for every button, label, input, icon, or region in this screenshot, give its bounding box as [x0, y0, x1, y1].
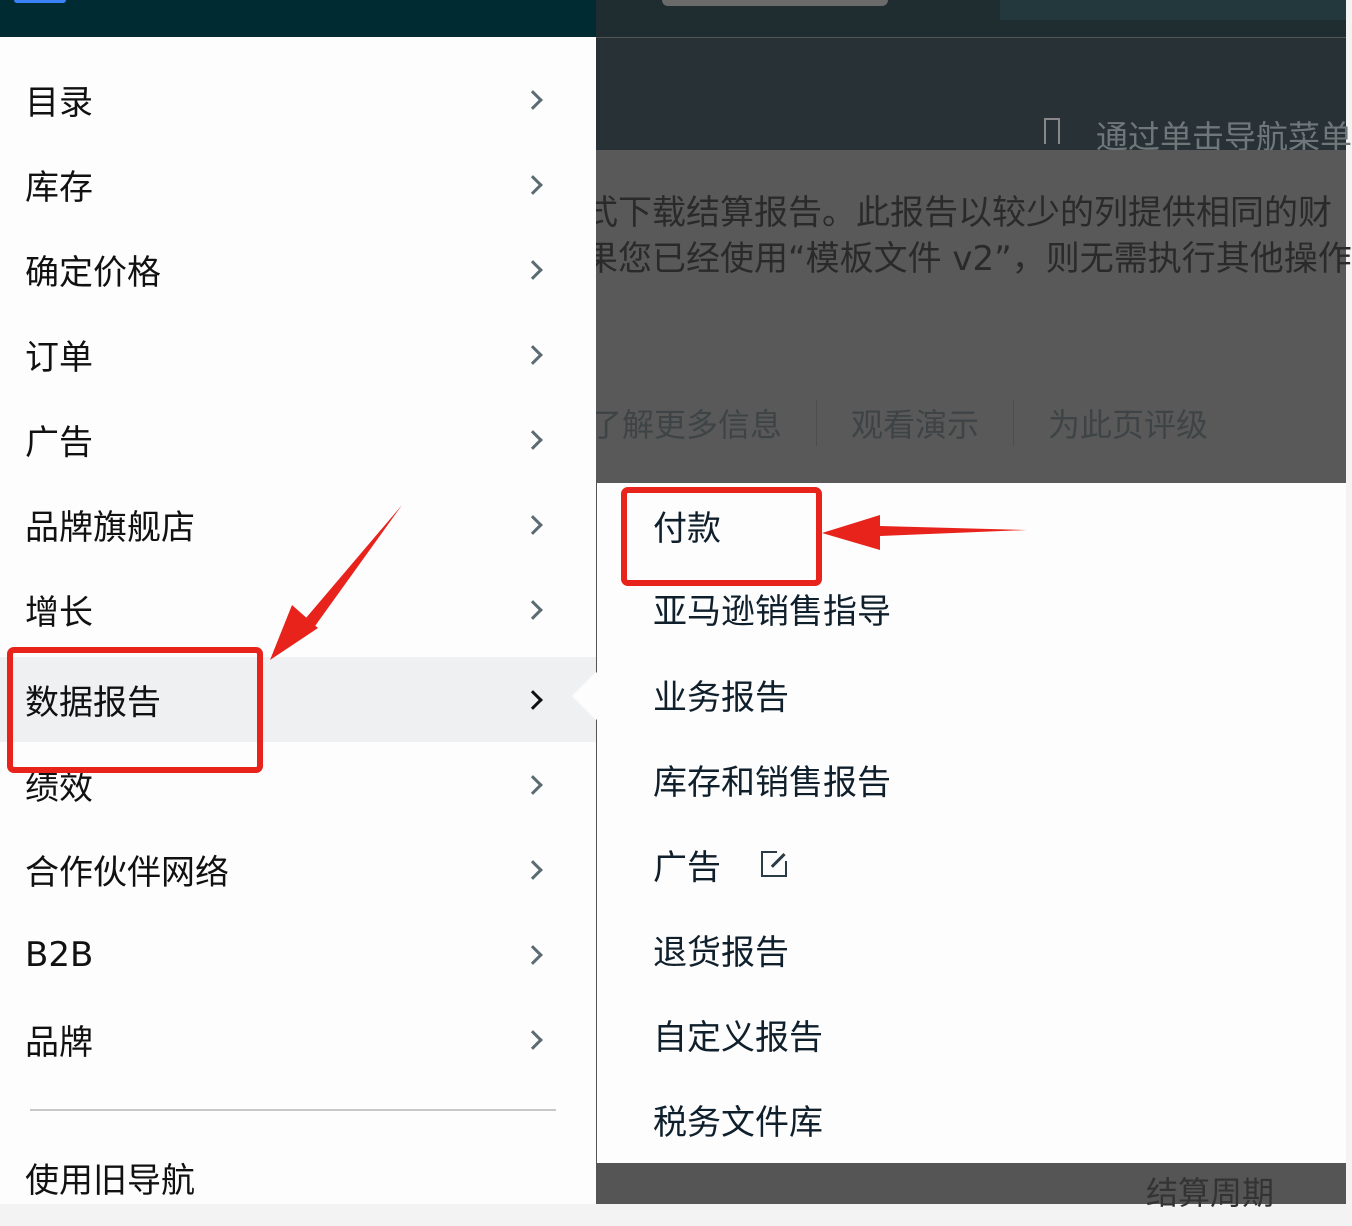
bookmark-icon[interactable]: [1044, 118, 1060, 144]
submenu-item-label: 自定义报告: [653, 1017, 823, 1058]
submenu-item-label: 广告: [653, 847, 721, 888]
submenu-item-label: 退货报告: [653, 932, 789, 973]
submenu-item-returns[interactable]: 退货报告: [653, 919, 789, 979]
description-line: 式下载结算报告。此报告以较少的列提供相同的财: [584, 193, 1332, 233]
menu-item-brand-store[interactable]: 品牌旗舰店: [0, 482, 596, 567]
menu-item-label: 订单: [25, 338, 93, 378]
chevron-right-icon: [523, 1029, 543, 1050]
menu-item-catalog[interactable]: 目录: [0, 57, 596, 142]
submenu-item-inventory-sales[interactable]: 库存和销售报告: [653, 749, 891, 809]
submenu-item-payments[interactable]: 付款: [653, 495, 721, 555]
submenu-item-advertising[interactable]: 广告: [653, 834, 789, 894]
chevron-right-icon: [523, 259, 543, 280]
external-link-icon: [761, 849, 789, 877]
submenu-item-label: 业务报告: [653, 677, 789, 718]
background-header: 通过单击导航菜单: [596, 38, 1352, 156]
menu-item-brands[interactable]: 品牌: [0, 997, 596, 1082]
rate-page-link[interactable]: 为此页评级: [1014, 400, 1242, 446]
menu-item-label: 目录: [25, 83, 93, 123]
background-tab: [662, 0, 888, 6]
menu-item-label: 广告: [25, 423, 93, 463]
background-topbar: [596, 0, 1346, 37]
submenu-item-label: 税务文件库: [653, 1102, 823, 1143]
menu-item-label: 确定价格: [25, 253, 161, 293]
learn-more-link[interactable]: 了解更多信息: [590, 400, 818, 446]
menu-item-label: 品牌旗舰店: [25, 508, 195, 548]
watch-demo-link[interactable]: 观看演示: [817, 400, 1015, 446]
chevron-right-icon: [523, 89, 543, 110]
menu-item-orders[interactable]: 订单: [0, 312, 596, 397]
submenu-item-label: 付款: [653, 508, 721, 549]
submenu-item-custom-reports[interactable]: 自定义报告: [653, 1004, 823, 1064]
menu-item-label: B2B: [25, 934, 94, 975]
menu-item-reports[interactable]: 数据报告: [0, 657, 596, 742]
chevron-right-icon: [523, 689, 543, 710]
main-nav-menu: 目录 库存 确定价格 订单 广告 品牌旗舰店 增长 数据报告 绩效 合作伙伴网络…: [0, 37, 596, 1204]
chevron-right-icon: [523, 774, 543, 795]
menu-item-inventory[interactable]: 库存: [0, 142, 596, 227]
chevron-right-icon: [523, 174, 543, 195]
submenu-item-selling-coach[interactable]: 亚马逊销售指导: [653, 578, 891, 638]
chevron-right-icon: [523, 344, 543, 365]
page-description: 式下载结算报告。此报告以较少的列提供相同的财 果您已经使用“模板文件 v2”，则…: [584, 190, 1352, 282]
menu-item-performance[interactable]: 绩效: [0, 742, 596, 827]
submenu-item-label: 亚马逊销售指导: [653, 591, 891, 632]
chevron-right-icon: [523, 429, 543, 450]
menu-item-pricing[interactable]: 确定价格: [0, 227, 596, 312]
chevron-right-icon: [523, 599, 543, 620]
description-line: 果您已经使用“模板文件 v2”，则无需执行其他操作: [584, 239, 1352, 279]
chevron-right-icon: [523, 944, 543, 965]
menu-item-b2b[interactable]: B2B: [0, 912, 596, 997]
submenu-item-tax-library[interactable]: 税务文件库: [653, 1089, 823, 1149]
submenu-item-label: 库存和销售报告: [653, 762, 891, 803]
menu-divider: [30, 1109, 556, 1111]
menu-item-growth[interactable]: 增长: [0, 567, 596, 652]
menu-item-label: 数据报告: [25, 683, 161, 723]
settlement-period-label: 结算周期: [1146, 1174, 1275, 1212]
menu-item-label: 库存: [25, 168, 93, 208]
menu-item-partner-network[interactable]: 合作伙伴网络: [0, 827, 596, 912]
logo-chip[interactable]: [14, 0, 66, 3]
menu-item-label: 合作伙伴网络: [25, 853, 229, 893]
reports-submenu: 付款 亚马逊销售指导 业务报告 库存和销售报告 广告 退货报告 自定义报告 税务…: [571, 483, 1346, 1163]
submenu-item-business-reports[interactable]: 业务报告: [653, 664, 789, 724]
menu-item-advertising[interactable]: 广告: [0, 397, 596, 482]
legacy-nav-label: 使用旧导航: [25, 1161, 195, 1201]
top-nav-bar: [0, 0, 596, 37]
help-links: 了解更多信息 观看演示 为此页评级: [590, 400, 1242, 446]
menu-item-label: 增长: [25, 593, 93, 633]
menu-item-label: 品牌: [25, 1023, 93, 1063]
chevron-right-icon: [523, 514, 543, 535]
chevron-right-icon: [523, 859, 543, 880]
legacy-nav-link[interactable]: 使用旧导航: [0, 1135, 596, 1220]
background-search: [1000, 0, 1346, 20]
menu-item-label: 绩效: [25, 768, 93, 808]
